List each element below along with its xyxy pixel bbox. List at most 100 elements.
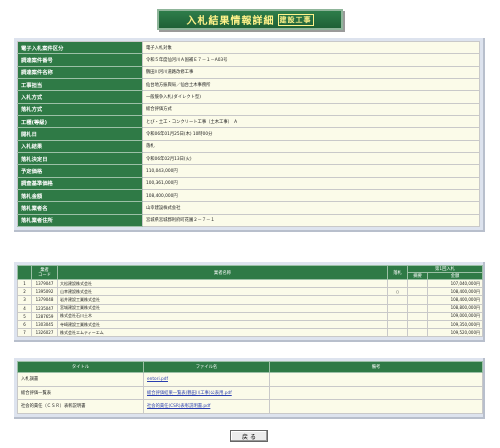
- bidder-code: 1379047: [31, 278, 58, 289]
- col-bid-group-header: 第1回入札: [406, 265, 484, 273]
- info-value: とび・土工・コンクリート工事（土木工事） A: [142, 115, 480, 129]
- bidder-name: 岩井建設工業株式会社: [57, 295, 388, 305]
- bidder-result: ○: [387, 287, 408, 297]
- bidder-code: 1395092: [31, 287, 58, 297]
- info-row: 落札業者名 山幸建設株式会社: [17, 201, 480, 215]
- bidders-panel: 業者 コード 業者名称 落札 第1回入札 摘要 金額 1 1379047 大松建設株…: [14, 262, 485, 343]
- page-subtitle: 建設工事: [277, 13, 314, 26]
- bidder-name: 寺崎建設工業株式会社: [57, 319, 388, 330]
- document-file-cell: entori.pdf: [143, 372, 270, 387]
- bidder-remarks: [407, 319, 428, 330]
- document-title: 入札調書: [17, 372, 144, 387]
- info-label: 開札日: [17, 127, 143, 141]
- info-value: 山幸建設株式会社: [142, 201, 480, 215]
- bidder-remarks: [407, 295, 428, 305]
- info-row: 工事担当 仙台地方振興局／仙台土木事務所: [17, 78, 480, 92]
- documents-panel: タイトル ファイル名 備考 入札調書 entori.pdf 総合評価一覧表 総合評価結…: [14, 358, 485, 419]
- info-value: 令和06年01月25日(木) 10時00分: [142, 127, 480, 141]
- info-label: 工事担当: [17, 78, 143, 92]
- bidder-result: [387, 295, 408, 305]
- bidder-code: 1326027: [31, 328, 58, 338]
- info-row: 入札結果 落札: [17, 139, 480, 154]
- col-code-header: 業者 コード: [31, 265, 58, 280]
- col-doc-file-header: ファイル名: [143, 361, 270, 373]
- bidder-remarks: [407, 278, 428, 289]
- info-value: 電子入札対象: [142, 40, 480, 55]
- info-value: 100,361,000円: [142, 176, 480, 191]
- bidder-result: [387, 319, 408, 330]
- info-row: 調達案件名称 鶴田川河川道路改修工事: [17, 65, 480, 80]
- info-row: 調査基準価格 100,361,000円: [17, 176, 480, 191]
- bidder-code: 1235047: [31, 303, 58, 313]
- info-row: 入札方式 一般競争入札(ダイレクト型): [17, 90, 480, 104]
- info-row: 落札業者住所 宮城県宮城郡利府町花園２－７－１: [17, 213, 480, 228]
- bidder-code: 1287659: [31, 311, 58, 321]
- info-label: 調達案件番号: [17, 53, 143, 67]
- document-row: 総合評価一覧表 総合評価結果一覧表(鶴田川工事)公表用.pdf: [17, 385, 483, 400]
- info-label: 落札金額: [17, 189, 143, 203]
- bidder-amount: 109,350,000円: [426, 319, 484, 330]
- info-row: 開札日 令和06年01月25日(木) 10時00分: [17, 127, 480, 141]
- bidder-result: [387, 278, 408, 289]
- bidder-name: 大松建設株式会社: [57, 278, 388, 289]
- bidder-amount: 108,400,000円: [426, 295, 484, 305]
- info-label: 工種(等級): [17, 115, 143, 129]
- document-file-link[interactable]: entori.pdf: [147, 377, 168, 382]
- info-value: 宮城県宮城郡利府町花園２－７－１: [142, 213, 480, 228]
- info-label: 落札業者住所: [17, 213, 143, 228]
- bidder-code: 1379048: [31, 295, 58, 305]
- document-title: 社会的責任（ＣＳＲ）表彰説明書: [17, 399, 144, 414]
- info-label: 電子入札案件区分: [17, 40, 143, 55]
- info-label: 調査基準価格: [17, 176, 143, 191]
- documents-table: タイトル ファイル名 備考 入札調書 entori.pdf 総合評価一覧表 総合評価結…: [17, 361, 483, 414]
- info-value: 令和06年02月13日(火): [142, 152, 480, 166]
- info-label: 調達案件名称: [17, 65, 143, 80]
- info-panel: 電子入札案件区分 電子入札対象 調達案件番号 令和５年度仙河川Ａ国補Ｅ７－１－A03号…: [14, 38, 485, 233]
- info-value: 令和５年度仙河川Ａ国補Ｅ７－１－A03号: [142, 53, 480, 67]
- info-row: 落札方式 総合評価方式: [17, 102, 480, 117]
- document-file-cell: 社会的責任(CSR)表彰説明書.pdf: [143, 399, 270, 414]
- info-label: 入札結果: [17, 139, 143, 154]
- bidder-row: 6 1303045 寺崎建設工業株式会社 109,350,000円: [17, 319, 484, 330]
- bidder-row: 1 1379047 大松建設株式会社 107,040,000円: [17, 278, 484, 289]
- bidder-name: 宮城建設工業株式会社: [57, 303, 388, 313]
- bidder-name: 株式会社エムティーエム: [57, 328, 388, 338]
- bidder-no: 3: [17, 295, 32, 305]
- bidder-amount: 107,040,000円: [426, 278, 484, 289]
- bidder-result: [387, 311, 408, 321]
- info-row: 電子入札案件区分 電子入札対象: [17, 40, 480, 55]
- info-row: 工種(等級) とび・土工・コンクリート工事（土木工事） A: [17, 115, 480, 129]
- document-note: [269, 372, 483, 387]
- back-button[interactable]: 戻 る: [230, 430, 268, 442]
- bidder-no: 5: [17, 311, 32, 321]
- bidder-no: 7: [17, 328, 32, 338]
- info-row: 調達案件番号 令和５年度仙河川Ａ国補Ｅ７－１－A03号: [17, 53, 480, 67]
- bidder-remarks: [407, 328, 428, 338]
- bidder-row: 3 1379048 岩井建設工業株式会社 108,400,000円: [17, 295, 484, 305]
- document-row: 社会的責任（ＣＳＲ）表彰説明書 社会的責任(CSR)表彰説明書.pdf: [17, 399, 483, 414]
- page-title-text: 入札結果情報詳細: [186, 16, 275, 27]
- bidder-amount: 109,520,000円: [426, 328, 484, 338]
- page-title-banner: 入札結果情報詳細 建設工事: [157, 9, 343, 30]
- info-value: 110,043,000円: [142, 164, 480, 178]
- document-file-cell: 総合評価結果一覧表(鶴田川工事)公表用.pdf: [143, 385, 270, 400]
- info-label: 落札業者名: [17, 201, 143, 215]
- bidder-row: 4 1235047 宮城建設工業株式会社 108,800,000円: [17, 303, 484, 313]
- bidder-result: [387, 303, 408, 313]
- document-note: [269, 385, 483, 400]
- footer: 戻 る: [230, 430, 268, 442]
- info-row: 予定価格 110,043,000円: [17, 164, 480, 178]
- document-file-link[interactable]: 総合評価結果一覧表(鶴田川工事)公表用.pdf: [147, 391, 232, 396]
- col-name-header: 業者名称: [57, 265, 388, 280]
- bidder-row: 5 1287659 株式会社石川土木 109,000,000円: [17, 311, 484, 321]
- document-file-link[interactable]: 社会的責任(CSR)表彰説明書.pdf: [147, 404, 210, 409]
- bidder-no: 4: [17, 303, 32, 313]
- bidder-no: 2: [17, 287, 32, 297]
- bidder-code: 1303045: [31, 319, 58, 330]
- document-row: 入札調書 entori.pdf: [17, 372, 483, 387]
- bidder-name: 山幸建設株式会社: [57, 287, 388, 297]
- info-value: 総合評価方式: [142, 102, 480, 117]
- col-doc-note-header: 備考: [269, 361, 483, 373]
- bidder-amount: 108,400,000円: [426, 287, 484, 297]
- col-no-header: [17, 265, 32, 280]
